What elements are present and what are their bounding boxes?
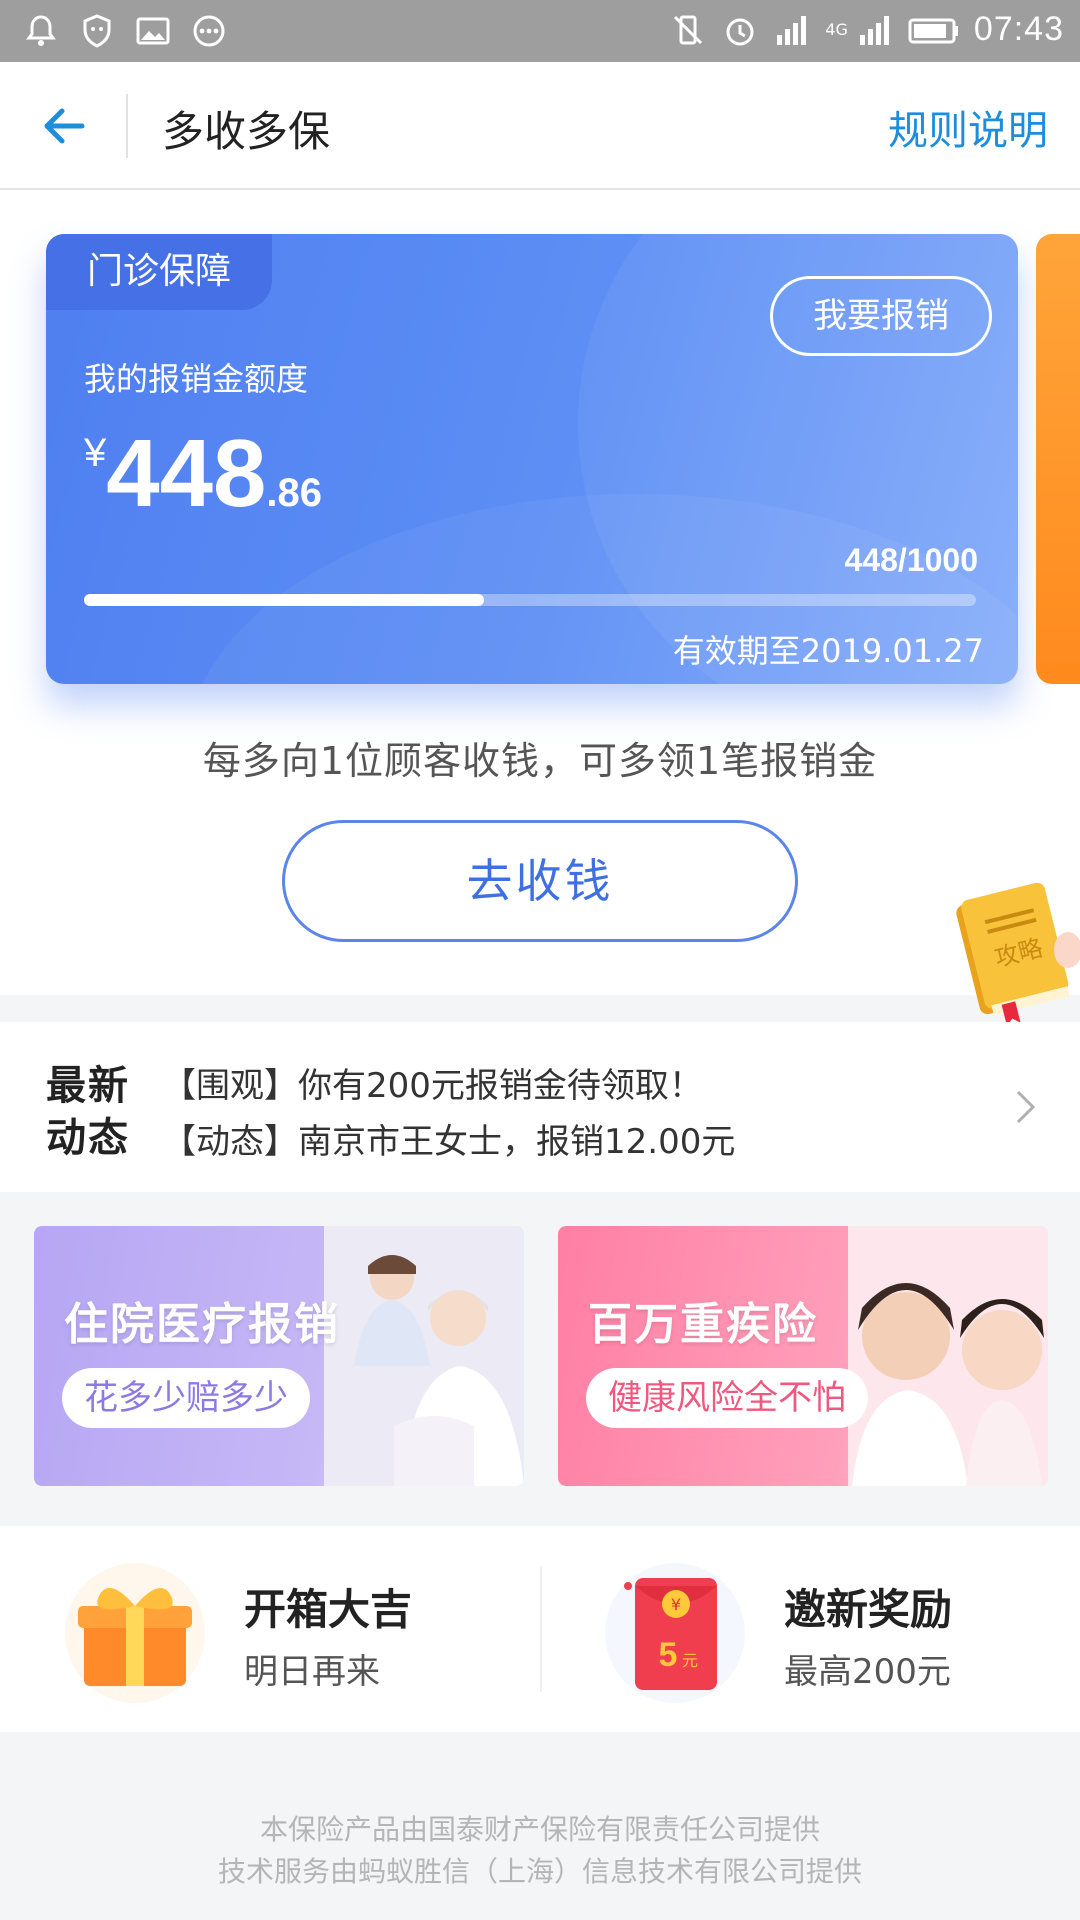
gift-icon (65, 1563, 205, 1703)
mother-child-photo (848, 1226, 1048, 1486)
signal-icon-2 (859, 15, 889, 45)
badge-symbol: ¥ (671, 1595, 681, 1614)
feature-title: 邀新奖励 (784, 1585, 953, 1634)
news-logo-line2: 动态 (46, 1115, 130, 1161)
news-logo: 最新 动态 (46, 1060, 130, 1164)
banner-area: 住院医疗报销 花多少赔多少 百万重疾险 健康风险全不怕 (0, 1192, 1080, 1526)
banner-subtitle: 花多少赔多少 (62, 1368, 310, 1428)
more-dots-icon (193, 15, 225, 47)
feature-subtitle: 明日再来 (244, 1652, 380, 1692)
vibrate-off-icon (674, 15, 703, 44)
amount-decimal: .86 (266, 471, 323, 515)
badge-value: 5 (659, 1636, 678, 1674)
collect-money-button[interactable]: 去收钱 (282, 820, 798, 942)
status-bar: 4G 07:43 (0, 0, 1080, 62)
next-card-peek[interactable] (1036, 234, 1080, 684)
feature-subtitle: 最高200元 (784, 1652, 951, 1692)
banner-title: 住院医疗报销 (64, 1299, 340, 1350)
image-icon (136, 17, 170, 45)
card-tag: 门诊保障 (46, 234, 272, 310)
news-item: 【动态】南京市王女士，报销12.00元 (162, 1122, 736, 1162)
quota-label: 我的报销金额度 (84, 360, 309, 398)
news-list: 【围观】你有200元报销金待领取！ 【动态】南京市王女士，报销12.00元 (162, 1058, 735, 1170)
page-title: 多收多保 (162, 107, 331, 156)
news-item: 【围观】你有200元报销金待领取！ (162, 1066, 703, 1106)
chevron-right-icon[interactable] (1012, 1086, 1040, 1128)
back-arrow-icon[interactable] (38, 100, 90, 152)
reimbursement-card: 门诊保障 我要报销 我的报销金额度 ¥448.86 448/1000 有效期至2… (46, 234, 1018, 684)
signal-icon (777, 15, 807, 45)
banner-title: 百万重疾险 (588, 1299, 818, 1350)
nurse-elder-photo (324, 1226, 524, 1486)
bell-notification-icon (26, 15, 56, 46)
critical-illness-banner[interactable]: 百万重疾险 健康风险全不怕 (558, 1226, 1048, 1486)
red-envelope-icon: ¥ 5 元 (605, 1563, 745, 1703)
shield-icon (83, 14, 111, 48)
amount-integer: 448 (106, 420, 267, 527)
rules-link[interactable]: 规则说明 (888, 98, 1048, 156)
quota-amount: ¥448.86 (84, 419, 322, 529)
notification-icons (22, 12, 228, 50)
promo-text: 每多向1位顾客收钱，可多领1笔报销金 (202, 739, 878, 783)
hospital-insurance-banner[interactable]: 住院医疗报销 花多少赔多少 (34, 1226, 524, 1486)
progress-bar (84, 594, 976, 606)
header-divider (126, 94, 128, 158)
claim-button[interactable]: 我要报销 (770, 276, 992, 356)
app-header: 多收多保 规则说明 (0, 62, 1080, 190)
badge-unit: 元 (682, 1651, 698, 1670)
footer-tech-service: 技术服务由蚂蚁胜信（上海）信息技术有限公司提供 (217, 1855, 862, 1888)
currency-symbol: ¥ (84, 431, 107, 475)
system-status: 4G 07:43 (669, 10, 1064, 49)
guide-book-icon[interactable]: 攻略 (950, 880, 1080, 1030)
news-logo-line1: 最新 (46, 1063, 130, 1109)
network-type: 4G (825, 20, 848, 39)
feature-divider (540, 1566, 542, 1692)
banner-subtitle: 健康风险全不怕 (586, 1368, 868, 1428)
clock: 07:43 (973, 10, 1064, 48)
footer: 本保险产品由国泰财产保险有限责任公司提供 技术服务由蚂蚁胜信（上海）信息技术有限… (0, 1732, 1080, 1920)
card-area: 门诊保障 我要报销 我的报销金额度 ¥448.86 448/1000 有效期至2… (0, 190, 1080, 995)
alarm-icon (726, 18, 754, 45)
news-feed[interactable]: 最新 动态 【围观】你有200元报销金待领取！ 【动态】南京市王女士，报销12.… (0, 1022, 1080, 1192)
progress-text: 448/1000 (844, 542, 978, 578)
feature-title: 开箱大吉 (244, 1585, 413, 1634)
progress-fill (84, 594, 484, 606)
footer-provider: 本保险产品由国泰财产保险有限责任公司提供 (259, 1813, 820, 1846)
validity-date: 有效期至2019.01.27 (672, 632, 984, 670)
feature-row: 开箱大吉 明日再来 ¥ 5 元 邀新奖励 最高200元 (0, 1526, 1080, 1732)
battery-icon (908, 18, 958, 43)
